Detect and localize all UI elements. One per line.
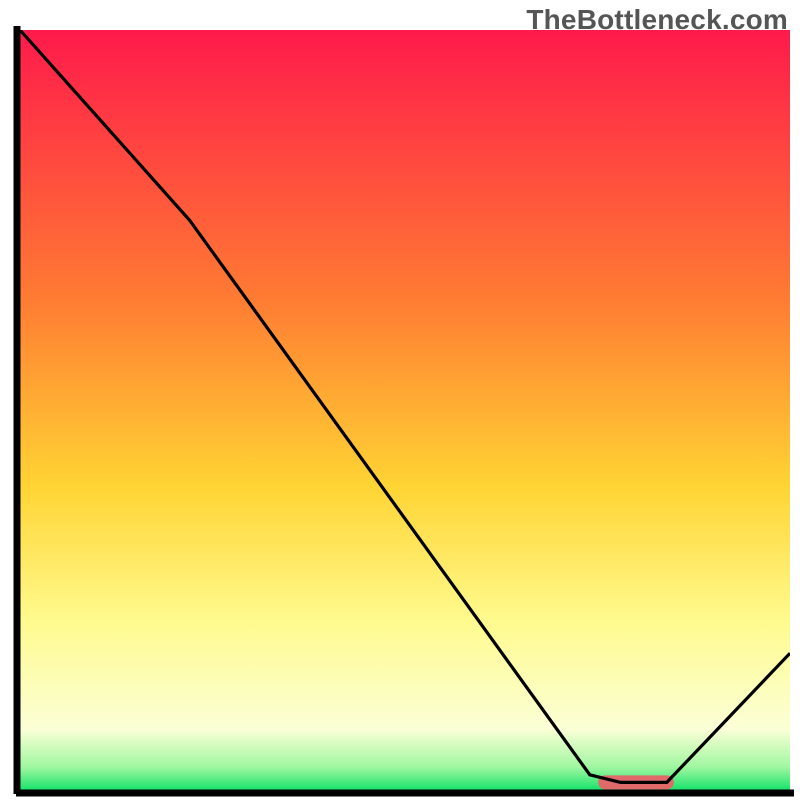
bottleneck-curve-chart: [0, 0, 800, 800]
chart-container: { "watermark": { "text": "TheBottleneck.…: [0, 0, 800, 800]
watermark-label: TheBottleneck.com: [526, 4, 788, 36]
gradient-background: [20, 30, 790, 790]
